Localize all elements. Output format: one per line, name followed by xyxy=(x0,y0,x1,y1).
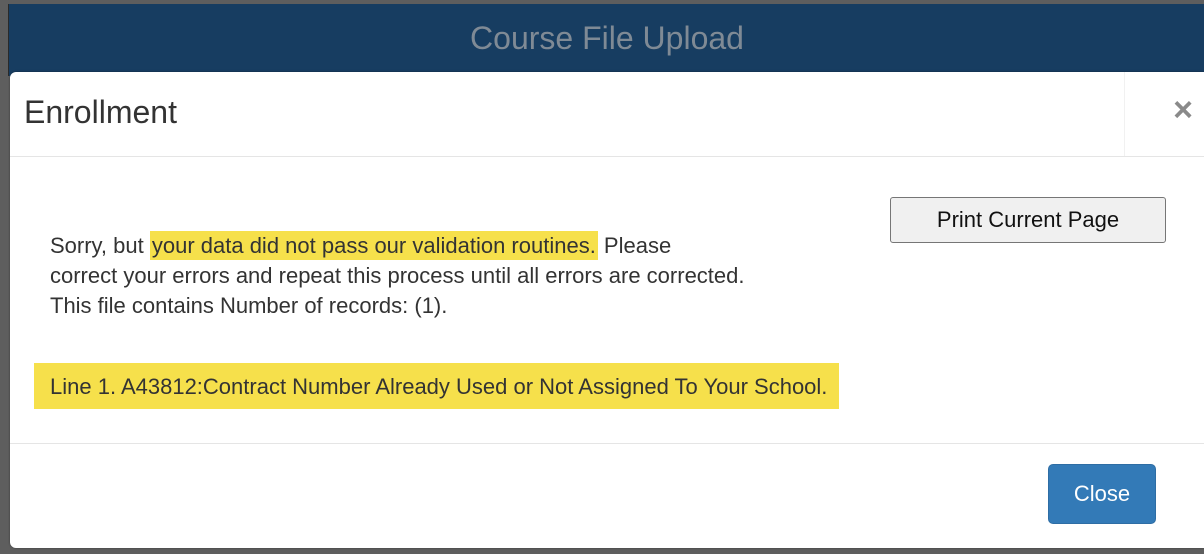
modal-title: Enrollment xyxy=(24,94,177,130)
header-divider xyxy=(1124,72,1125,156)
validation-message: Sorry, but your data did not pass our va… xyxy=(50,231,1030,321)
message-line-3: This file contains Number of records: (1… xyxy=(50,293,448,318)
message-line-1: Sorry, but your data did not pass our va… xyxy=(50,231,1030,261)
enrollment-modal: Enrollment × Print Current Page Sorry, b… xyxy=(10,72,1204,548)
message-line-2: correct your errors and repeat this proc… xyxy=(50,263,745,288)
close-button[interactable]: Close xyxy=(1048,464,1156,524)
message-prefix: Sorry, but xyxy=(50,233,150,258)
close-icon[interactable]: × xyxy=(1168,90,1198,130)
modal-body: Print Current Page Sorry, but your data … xyxy=(10,157,1204,443)
page-title: Course File Upload xyxy=(470,20,744,56)
modal-header: Enrollment × xyxy=(10,72,1204,157)
modal-footer: Close xyxy=(10,443,1204,548)
page-header: Course File Upload xyxy=(8,4,1204,76)
message-suffix: Please xyxy=(597,233,672,258)
message-highlight: your data did not pass our validation ro… xyxy=(149,231,598,260)
error-line: Line 1. A43812:Contract Number Already U… xyxy=(34,363,840,409)
